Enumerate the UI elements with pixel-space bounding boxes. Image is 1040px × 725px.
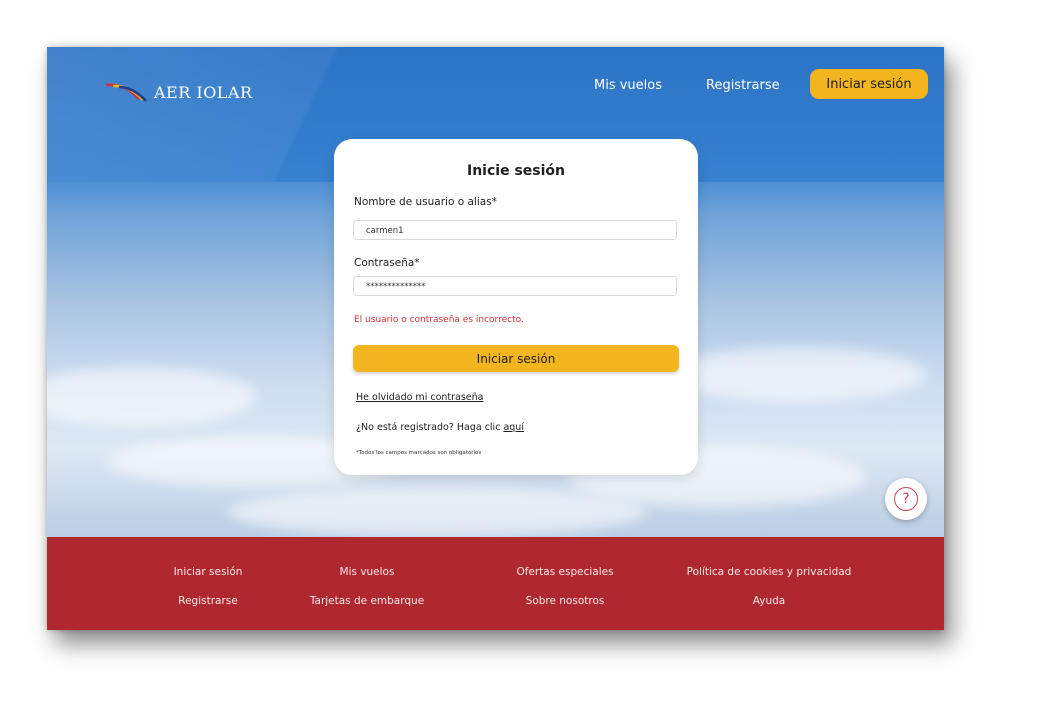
- footer-column: Política de cookies y privacidad Ayuda: [674, 566, 864, 624]
- password-label: Contraseña*: [354, 257, 420, 269]
- cloud-decoration: [667, 347, 927, 402]
- nav-my-flights[interactable]: Mis vuelos: [594, 78, 662, 93]
- footer-column: Ofertas especiales Sobre nosotros: [495, 566, 635, 624]
- question-mark-icon: ?: [894, 487, 918, 511]
- footer-column: Mis vuelos Tarjetas de embarque: [297, 566, 437, 624]
- login-card: Inicie sesión Nombre de usuario o alias*…: [334, 139, 698, 475]
- nav-register[interactable]: Registrarse: [706, 78, 780, 93]
- footer: Iniciar sesión Registrarse Mis vuelos Ta…: [47, 537, 944, 630]
- forgot-password-link[interactable]: He olvidado mi contraseña: [356, 392, 484, 403]
- password-input[interactable]: **************: [353, 276, 677, 296]
- footer-link-login[interactable]: Iniciar sesión: [153, 566, 263, 578]
- username-label: Nombre de usuario o alias*: [354, 196, 497, 208]
- nav-login-button[interactable]: Iniciar sesión: [810, 69, 928, 99]
- footer-link-special-offers[interactable]: Ofertas especiales: [495, 566, 635, 578]
- brand-name: AER IOLAR: [154, 82, 253, 102]
- cloud-decoration: [47, 367, 257, 427]
- register-here-link[interactable]: aquí: [503, 422, 524, 433]
- footer-link-register[interactable]: Registrarse: [153, 595, 263, 607]
- wings-icon: [105, 83, 147, 102]
- brand-logo[interactable]: AER IOLAR: [105, 82, 253, 102]
- app-window: AER IOLAR Mis vuelos Registrarse Iniciar…: [47, 47, 944, 630]
- footer-column: Iniciar sesión Registrarse: [153, 566, 263, 624]
- login-submit-button[interactable]: Iniciar sesión: [353, 345, 679, 372]
- footer-link-my-flights[interactable]: Mis vuelos: [297, 566, 437, 578]
- footer-link-boarding-passes[interactable]: Tarjetas de embarque: [297, 595, 437, 607]
- footer-link-help[interactable]: Ayuda: [674, 595, 864, 607]
- footer-link-about-us[interactable]: Sobre nosotros: [495, 595, 635, 607]
- error-message: El usuario o contraseña es incorrecto.: [354, 315, 524, 325]
- help-button[interactable]: ?: [885, 478, 927, 520]
- username-input[interactable]: carmen1: [353, 220, 677, 240]
- register-prompt: ¿No está registrado? Haga clic aquí: [356, 422, 524, 433]
- footer-link-cookies-privacy[interactable]: Política de cookies y privacidad: [674, 566, 864, 578]
- cloud-decoration: [227, 487, 647, 537]
- register-prompt-text: ¿No está registrado? Haga clic: [356, 422, 504, 433]
- login-title: Inicie sesión: [467, 163, 565, 179]
- required-fields-note: *Todos los campos marcados son obligator…: [356, 450, 482, 456]
- top-navigation: AER IOLAR Mis vuelos Registrarse Iniciar…: [47, 47, 944, 137]
